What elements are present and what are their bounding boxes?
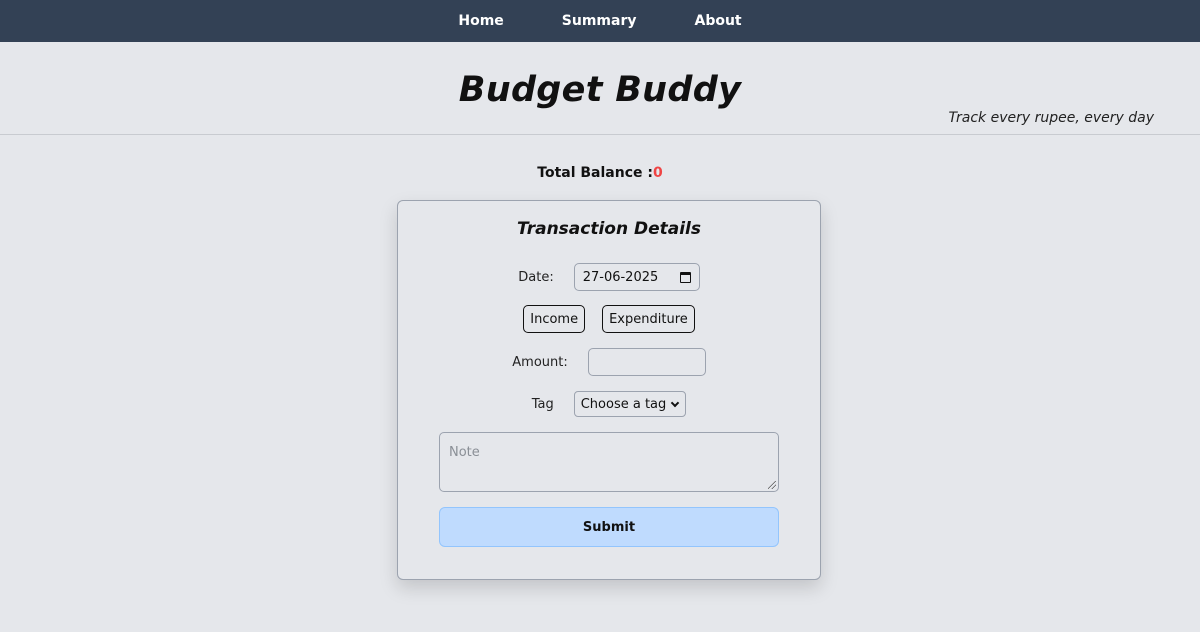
income-button[interactable]: Income: [523, 305, 586, 333]
resize-handle-icon[interactable]: [768, 481, 776, 489]
date-row: Date: 27-06-2025: [398, 263, 820, 291]
tag-select[interactable]: Choose a tag: [573, 391, 687, 417]
page-title: Budget Buddy: [458, 70, 742, 110]
total-balance: Total Balance :0: [0, 165, 1200, 181]
expenditure-button[interactable]: Expenditure: [602, 305, 695, 333]
tag-row: Tag Choose a tag: [398, 391, 820, 417]
nav-home[interactable]: Home: [458, 13, 503, 29]
nav-summary[interactable]: Summary: [562, 13, 637, 29]
date-input[interactable]: 27-06-2025: [573, 263, 700, 291]
tagline: Track every rupee, every day: [948, 110, 1154, 126]
amount-label: Amount:: [512, 354, 568, 370]
total-balance-value: 0: [652, 165, 663, 181]
total-balance-label: Total Balance :: [537, 165, 653, 181]
nav-about[interactable]: About: [694, 13, 741, 29]
page-header: Budget Buddy Track every rupee, every da…: [0, 42, 1200, 135]
top-navbar: Home Summary About: [0, 0, 1200, 42]
date-label: Date:: [518, 269, 554, 285]
submit-button[interactable]: Submit: [439, 507, 779, 547]
tag-selected: Choose a tag: [580, 396, 667, 412]
type-row: Income Expenditure: [398, 305, 820, 333]
form-title: Transaction Details: [516, 219, 702, 239]
amount-input[interactable]: [587, 348, 706, 376]
tag-label: Tag: [531, 396, 554, 412]
calendar-icon[interactable]: [679, 271, 691, 283]
date-value: 27-06-2025: [582, 269, 659, 285]
chevron-down-icon: [671, 398, 680, 407]
note-placeholder: Note: [449, 445, 480, 460]
transaction-form: Transaction Details Date: 27-06-2025 Inc…: [397, 200, 821, 580]
note-textarea[interactable]: Note: [439, 432, 779, 492]
amount-row: Amount:: [398, 348, 820, 376]
